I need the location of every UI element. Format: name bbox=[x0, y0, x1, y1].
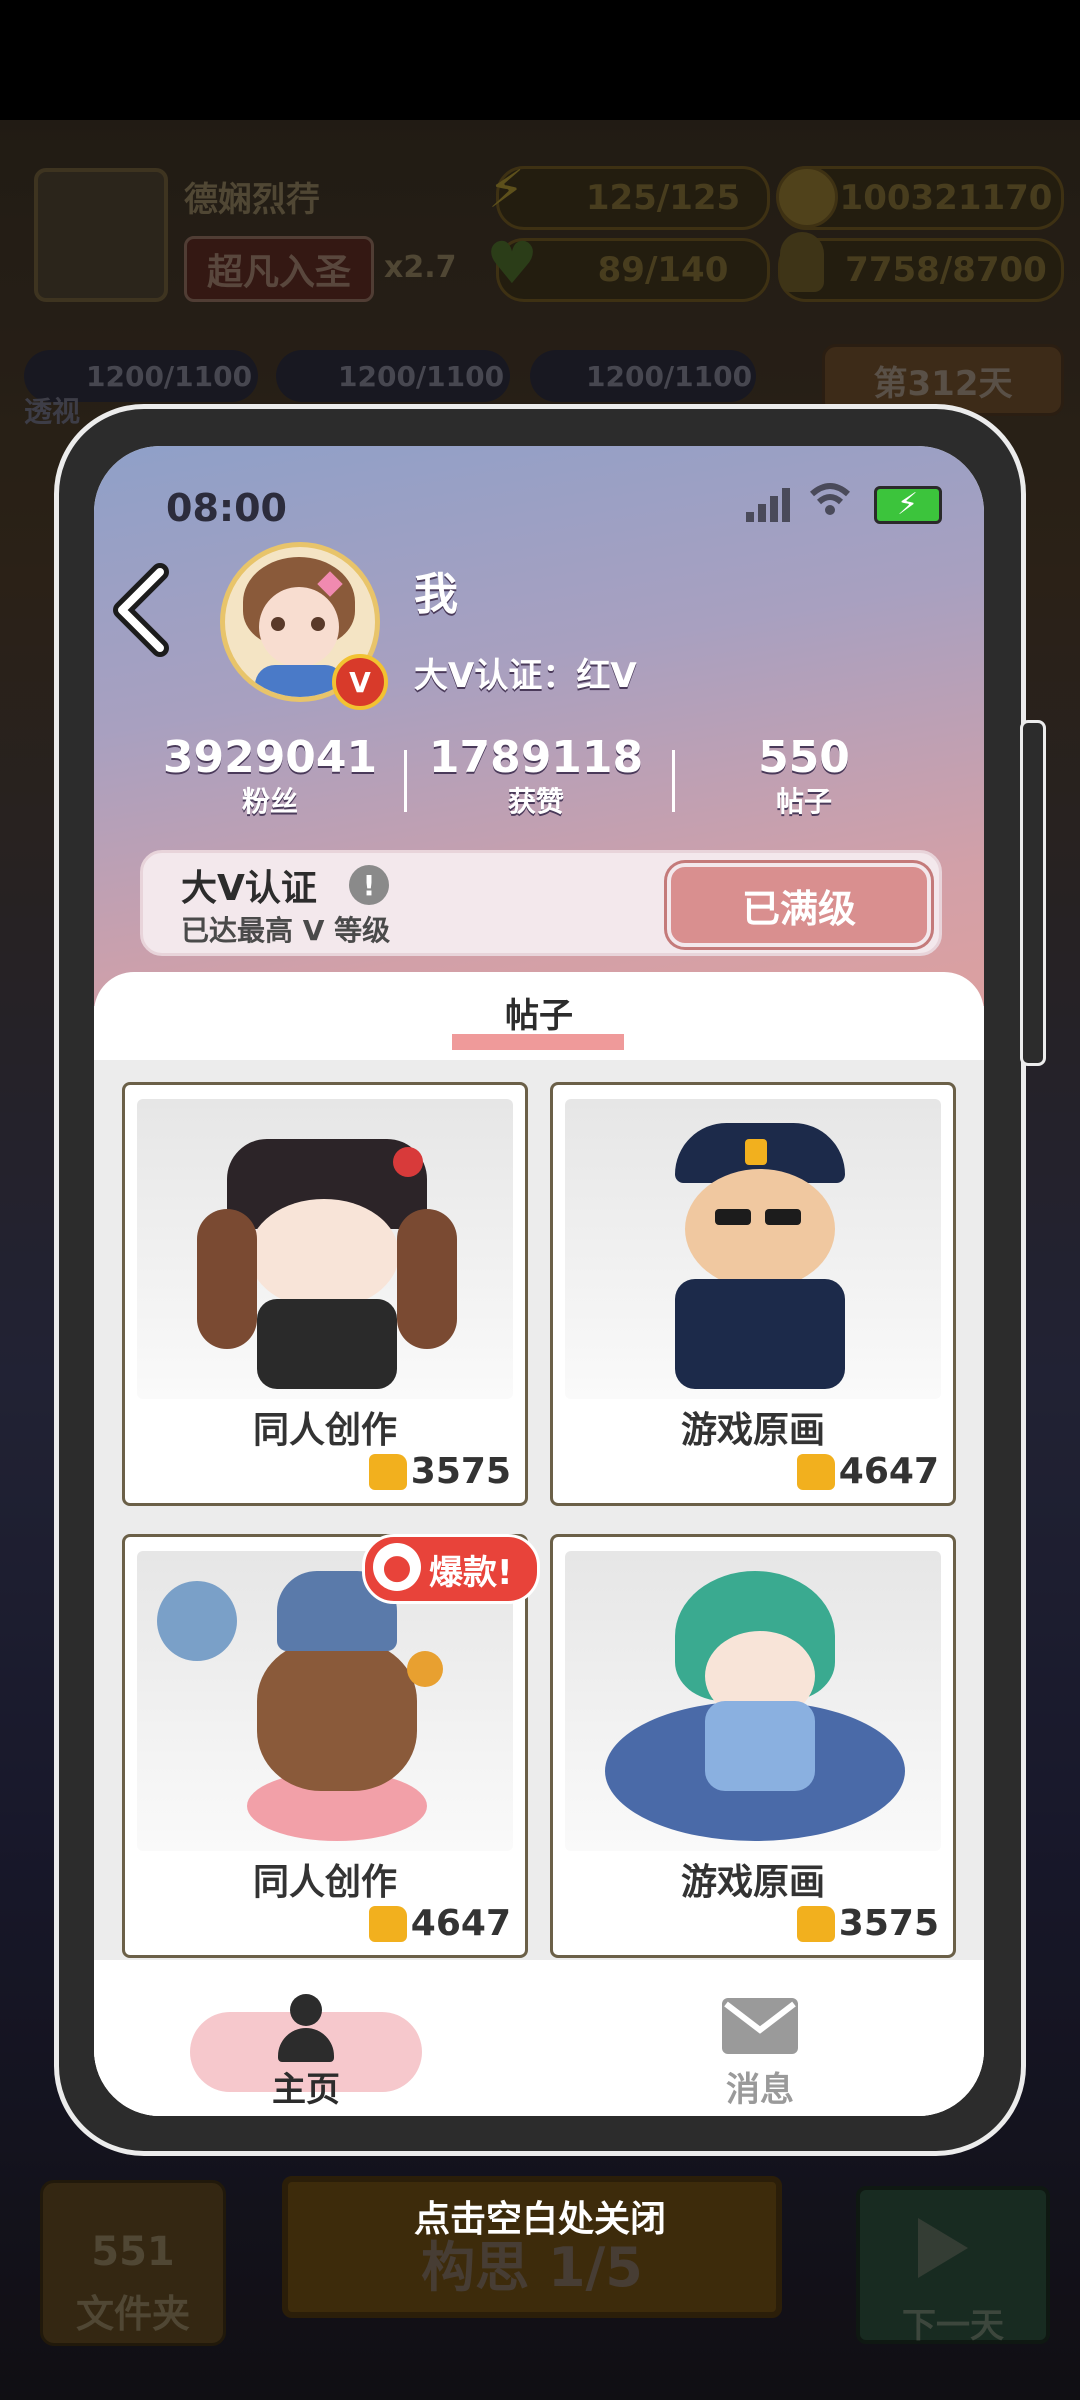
nav-home[interactable]: 主页 bbox=[190, 1994, 422, 2110]
profile-name: 我 bbox=[414, 569, 458, 620]
v-badge: V bbox=[332, 654, 388, 710]
post-title: 同人创作 bbox=[252, 1410, 397, 1451]
post-card[interactable]: 游戏原画 4647 bbox=[550, 1082, 956, 1506]
tab-posts[interactable]: 帖子 bbox=[434, 988, 644, 1052]
tab-underline bbox=[452, 1034, 624, 1050]
verify-text: 大V认证：红V bbox=[414, 656, 637, 696]
thumbs-up-icon bbox=[368, 1905, 407, 1942]
info-icon[interactable]: ! bbox=[349, 865, 389, 905]
post-likes: 3575 bbox=[796, 1903, 939, 1944]
close-hint: 点击空白处关闭 bbox=[413, 2199, 666, 2240]
post-thumbnail bbox=[565, 1551, 941, 1851]
post-title: 游戏原画 bbox=[680, 1410, 825, 1451]
flame-icon: ● bbox=[373, 1543, 421, 1591]
post-likes: 4647 bbox=[796, 1451, 939, 1492]
wifi-icon bbox=[808, 478, 852, 522]
thumbs-up-icon bbox=[796, 1453, 835, 1490]
person-icon bbox=[278, 1994, 334, 2064]
post-card[interactable]: 游戏原画 3575 bbox=[550, 1534, 956, 1958]
status-time: 08:00 bbox=[166, 486, 287, 530]
stat-likes-label: 获赞 bbox=[507, 785, 564, 818]
nav-home-label: 主页 bbox=[272, 2070, 340, 2110]
stat-fans-label: 粉丝 bbox=[241, 785, 298, 818]
post-card[interactable]: 同人创作 3575 bbox=[122, 1082, 528, 1506]
vip-subtitle: 已达最高 V 等级 bbox=[181, 914, 391, 947]
mail-icon bbox=[722, 1998, 798, 2054]
post-likes: 4647 bbox=[368, 1903, 511, 1944]
hot-badge: ● 爆款! bbox=[362, 1534, 540, 1604]
vip-title: 大V认证 bbox=[181, 868, 317, 909]
thumbs-up-icon bbox=[796, 1905, 835, 1942]
thumbs-up-icon bbox=[368, 1453, 407, 1490]
chevron-left-icon bbox=[113, 563, 169, 657]
post-title: 游戏原画 bbox=[680, 1862, 825, 1903]
nav-messages[interactable]: 消息 bbox=[680, 1994, 840, 2110]
stat-fans-value: 3929041 bbox=[162, 732, 378, 783]
post-likes: 3575 bbox=[368, 1451, 511, 1492]
phone-side-button bbox=[1020, 720, 1046, 1066]
stat-likes-value: 1789118 bbox=[428, 732, 644, 783]
back-button[interactable] bbox=[108, 562, 178, 658]
vip-card: 大V认证 ! 已达最高 V 等级 已满级 bbox=[140, 850, 942, 956]
phone-screen: 08:00 ⚡ V 我 大V认证：红V 3929041 粉丝 1789118 获… bbox=[94, 446, 984, 2116]
max-level-button[interactable]: 已满级 bbox=[667, 863, 931, 947]
signal-icon bbox=[746, 488, 796, 522]
tab-posts-label: 帖子 bbox=[505, 996, 573, 1036]
stat-posts-value: 550 bbox=[758, 732, 850, 783]
post-title: 同人创作 bbox=[252, 1862, 397, 1903]
battery-icon: ⚡ bbox=[874, 486, 942, 524]
stat-posts-label: 帖子 bbox=[775, 785, 832, 818]
post-thumbnail bbox=[565, 1099, 941, 1399]
post-thumbnail bbox=[137, 1099, 513, 1399]
nav-messages-label: 消息 bbox=[726, 2070, 794, 2110]
